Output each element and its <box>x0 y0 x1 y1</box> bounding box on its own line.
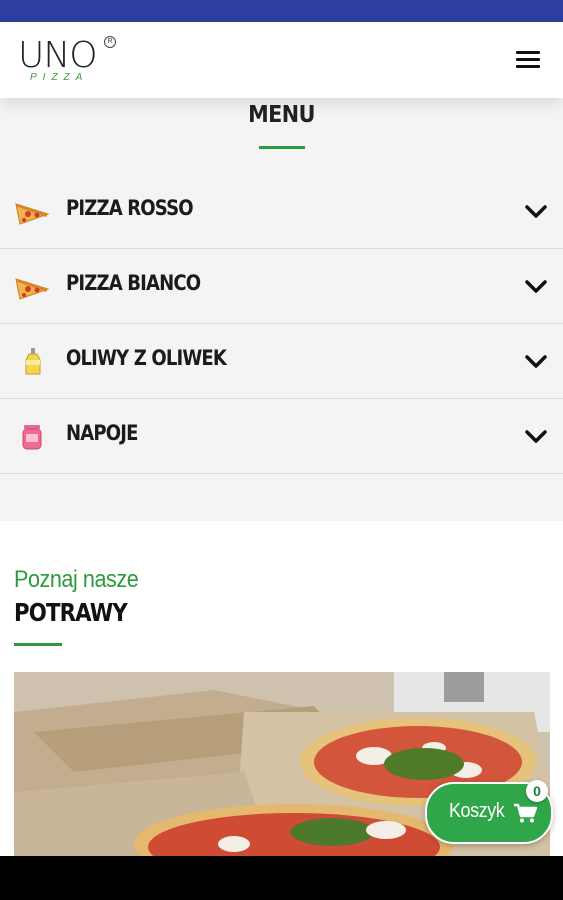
title-underline <box>259 146 305 149</box>
category-label: OLIWY Z OLIWEK <box>66 346 227 370</box>
logo-text: UNO <box>18 35 98 76</box>
chevron-down-icon[interactable] <box>524 429 548 445</box>
category-pizza-rosso[interactable]: PIZZA ROSSO <box>0 174 563 249</box>
drink-jar-icon <box>22 425 42 450</box>
oil-bottle-icon <box>25 348 41 375</box>
category-label: PIZZA BIANCO <box>66 271 201 295</box>
pizza-slice-icon <box>15 278 50 300</box>
section-subtitle: Poznaj nasze <box>14 566 139 593</box>
status-bar <box>0 0 563 22</box>
site-header: UNO R PIZZA <box>0 22 563 98</box>
system-nav-bar <box>0 856 563 900</box>
chevron-down-icon[interactable] <box>524 204 548 220</box>
hamburger-menu-icon[interactable] <box>514 48 544 72</box>
title-underline <box>14 643 62 646</box>
menu-title: MENU <box>248 102 315 128</box>
cart-label: Koszyk <box>449 800 505 822</box>
uno-pizza-logo[interactable]: UNO R PIZZA <box>18 36 118 88</box>
category-label: NAPOJE <box>66 421 138 445</box>
chevron-down-icon[interactable] <box>524 354 548 370</box>
chevron-down-icon[interactable] <box>524 279 548 295</box>
category-pizza-bianco[interactable]: PIZZA BIANCO <box>0 249 563 324</box>
menu-section: MENU PIZZA ROSSO PIZZA BIANCO OLIWY Z OL… <box>0 98 563 521</box>
registered-mark: R <box>104 36 116 48</box>
pizza-slice-icon <box>15 203 50 225</box>
cart-count-badge: 0 <box>526 780 548 802</box>
shopping-cart-icon <box>514 803 537 823</box>
logo-subtext: PIZZA <box>30 72 89 83</box>
category-napoje[interactable]: NAPOJE <box>0 399 563 474</box>
category-label: PIZZA ROSSO <box>66 196 194 220</box>
category-oliwy-z-oliwek[interactable]: OLIWY Z OLIWEK <box>0 324 563 399</box>
section-title: POTRAWY <box>14 598 128 627</box>
